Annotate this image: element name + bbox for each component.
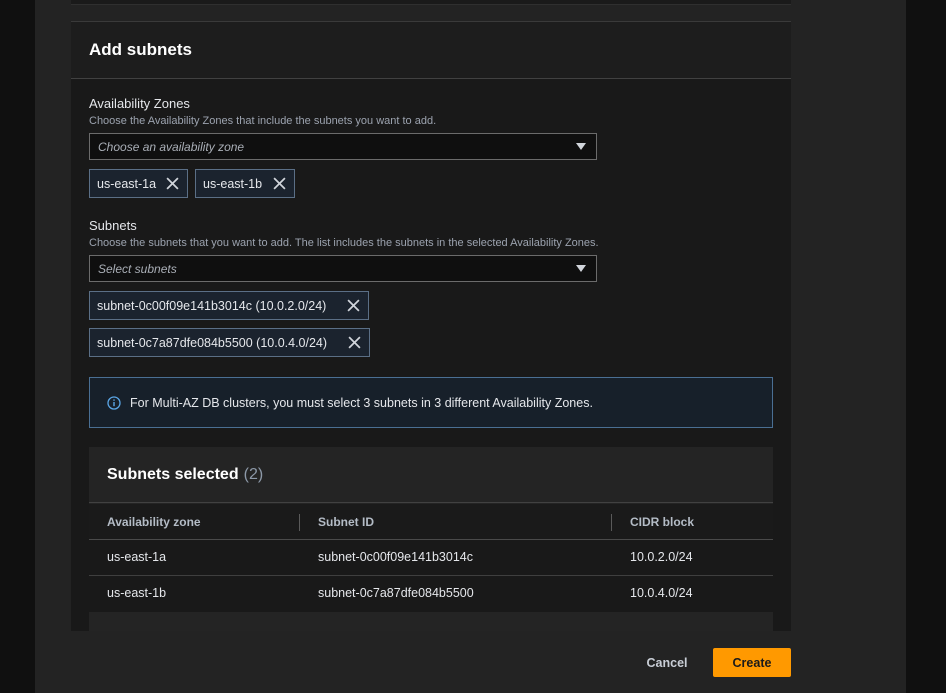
cell-cidr-block: 10.0.2.0/24 bbox=[630, 550, 693, 564]
subnets-select[interactable]: Select subnets bbox=[89, 255, 597, 282]
caret-down-icon bbox=[576, 265, 586, 272]
info-alert: For Multi-AZ DB clusters, you must selec… bbox=[89, 377, 773, 428]
cell-subnet-id: subnet-0c7a87dfe084b5500 bbox=[318, 586, 474, 600]
left-background bbox=[0, 0, 35, 693]
az-token-us-east-1b: us-east-1b bbox=[195, 169, 295, 198]
cell-cidr-block: 10.0.4.0/24 bbox=[630, 586, 693, 600]
subnets-selected-table: Subnets selected (2) Availability zone S… bbox=[89, 447, 773, 631]
caret-down-icon bbox=[576, 143, 586, 150]
cell-subnet-id: subnet-0c00f09e141b3014c bbox=[318, 550, 473, 564]
column-header-availability-zone: Availability zone bbox=[107, 515, 201, 529]
availability-zones-label: Availability Zones bbox=[89, 96, 190, 111]
table-header: Subnets selected (2) bbox=[89, 447, 773, 503]
availability-zone-placeholder: Choose an availability zone bbox=[98, 139, 245, 154]
add-subnets-panel: Add subnets Availability Zones Choose th… bbox=[71, 21, 791, 631]
column-header-cidr-block: CIDR block bbox=[630, 515, 695, 529]
cancel-button[interactable]: Cancel bbox=[636, 648, 698, 677]
token-label: us-east-1a bbox=[97, 176, 157, 191]
cell-availability-zone: us-east-1b bbox=[107, 586, 167, 600]
subnets-placeholder: Select subnets bbox=[98, 261, 177, 276]
subnets-description: Choose the subnets that you want to add.… bbox=[89, 237, 599, 249]
token-label: us-east-1b bbox=[203, 176, 263, 191]
table-row: us-east-1b subnet-0c7a87dfe084b5500 10.0… bbox=[89, 576, 773, 612]
table-title: Subnets selected bbox=[107, 465, 239, 483]
subnet-token-2: subnet-0c7a87dfe084b5500 (10.0.4.0/24) bbox=[89, 328, 370, 357]
close-icon[interactable] bbox=[166, 177, 179, 190]
close-icon[interactable] bbox=[273, 177, 286, 190]
close-icon[interactable] bbox=[347, 299, 360, 312]
right-background bbox=[906, 0, 946, 693]
close-icon[interactable] bbox=[348, 336, 361, 349]
panel-title: Add subnets bbox=[89, 40, 192, 59]
previous-panel-edge bbox=[71, 0, 791, 5]
cell-availability-zone: us-east-1a bbox=[107, 550, 167, 564]
column-divider bbox=[299, 514, 300, 531]
az-token-us-east-1a: us-east-1a bbox=[89, 169, 188, 198]
info-text: For Multi-AZ DB clusters, you must selec… bbox=[130, 395, 593, 410]
subnet-token-1: subnet-0c00f09e141b3014c (10.0.2.0/24) bbox=[89, 291, 369, 320]
availability-zone-select[interactable]: Choose an availability zone bbox=[89, 133, 597, 160]
column-header-row: Availability zone Subnet ID CIDR block bbox=[89, 504, 773, 540]
info-icon bbox=[107, 395, 121, 410]
table-count: (2) bbox=[243, 465, 264, 483]
token-label: subnet-0c7a87dfe084b5500 (10.0.4.0/24) bbox=[97, 335, 328, 350]
subnets-label: Subnets bbox=[89, 218, 137, 233]
create-button[interactable]: Create bbox=[713, 648, 791, 677]
token-label: subnet-0c00f09e141b3014c (10.0.2.0/24) bbox=[97, 298, 327, 313]
column-header-subnet-id: Subnet ID bbox=[318, 515, 374, 529]
column-divider bbox=[611, 514, 612, 531]
panel-header: Add subnets bbox=[71, 22, 791, 79]
availability-zones-description: Choose the Availability Zones that inclu… bbox=[89, 115, 437, 127]
table-row: us-east-1a subnet-0c00f09e141b3014c 10.0… bbox=[89, 540, 773, 576]
